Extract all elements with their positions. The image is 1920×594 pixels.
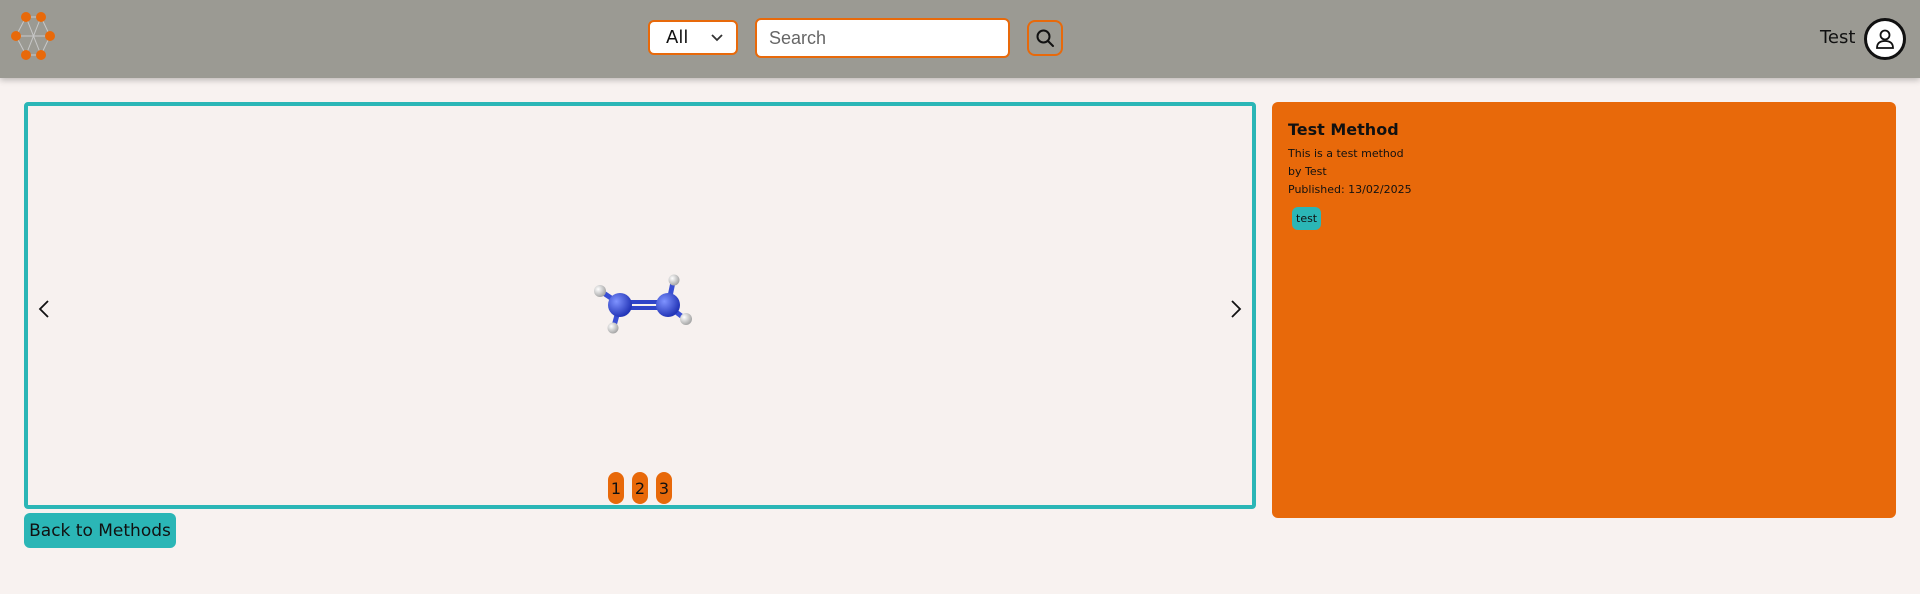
carousel-next-button[interactable]: [1226, 296, 1246, 322]
avatar[interactable]: [1864, 18, 1906, 60]
page-button-3[interactable]: 3: [656, 472, 672, 504]
user-icon: [1876, 29, 1894, 49]
method-author: by Test: [1288, 165, 1327, 178]
molecule-3d-render[interactable]: [578, 256, 728, 356]
search-input[interactable]: [755, 18, 1010, 58]
page-button-2[interactable]: 2: [632, 472, 648, 504]
logo-icon[interactable]: [8, 12, 56, 64]
carousel-prev-button[interactable]: [34, 296, 54, 322]
back-to-methods-button[interactable]: Back to Methods: [24, 513, 176, 548]
chevron-left-icon: [38, 300, 49, 318]
category-filter-value: All: [666, 27, 689, 48]
method-title: Test Method: [1288, 120, 1399, 139]
page-button-1[interactable]: 1: [608, 472, 624, 504]
chevron-right-icon: [1231, 300, 1242, 318]
method-tag[interactable]: test: [1292, 207, 1322, 230]
user-name[interactable]: Test: [1820, 27, 1855, 48]
method-description: This is a test method: [1288, 147, 1404, 160]
method-published-date: Published: 13/02/2025: [1288, 183, 1412, 196]
molecule-viewer[interactable]: 1 2 3: [24, 102, 1256, 509]
search-button[interactable]: [1027, 20, 1063, 56]
method-info-panel: Test Method This is a test method by Tes…: [1272, 102, 1896, 518]
category-filter-select[interactable]: All: [648, 20, 738, 55]
top-bar: All Test: [0, 0, 1920, 78]
carousel-pagination: 1 2 3: [608, 472, 672, 504]
chevron-down-icon: [711, 34, 723, 42]
search-icon: [1036, 29, 1054, 47]
